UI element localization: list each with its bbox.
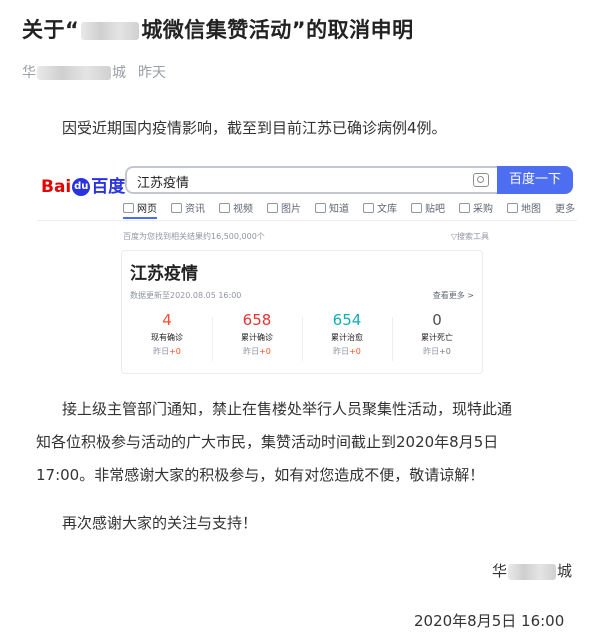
paw-icon: du	[72, 178, 91, 196]
signature: 华城	[492, 562, 573, 580]
tab-wenku[interactable]: 文库	[363, 200, 397, 215]
baidu-screenshot: Bai du 百度 江苏疫情 百度一下 网页 资讯 视频 图片 知道 文库 贴吧 采…	[37, 160, 577, 382]
redacted-name	[81, 22, 140, 40]
stat-label: 累计治愈	[331, 333, 363, 342]
tab-purchase[interactable]: 采购	[459, 200, 493, 215]
search-query: 江苏疫情	[137, 176, 190, 191]
epidemic-card: 江苏疫情 数据更新至2020.08.05 16:00 查看更多 > 4 现有确诊…	[121, 250, 483, 374]
stat-delta: 昨日+0	[153, 347, 181, 356]
tieba-icon	[411, 203, 422, 213]
tab-web[interactable]: 网页	[123, 200, 157, 219]
tab-map[interactable]: 地图	[507, 200, 541, 215]
tab-tieba[interactable]: 贴吧	[411, 200, 445, 215]
paragraph-3: 再次感谢大家的关注与支持！	[62, 514, 258, 532]
title-prefix: 关于“	[22, 18, 80, 42]
redacted-signature	[508, 563, 557, 580]
zhidao-icon	[315, 203, 326, 213]
tab-image[interactable]: 图片	[267, 200, 301, 215]
search-input[interactable]: 江苏疫情	[125, 166, 497, 194]
stat-value: 4	[162, 311, 172, 329]
update-time: 数据更新至2020.08.05 16:00	[130, 291, 242, 300]
stat-label: 累计死亡	[421, 333, 453, 342]
tab-news[interactable]: 资讯	[171, 200, 205, 215]
title-suffix: 城微信集赞活动”的取消申明	[141, 18, 414, 42]
stat-delta: 昨日+0	[243, 347, 271, 356]
paragraph-2-line-3: 17:00。非常感谢大家的积极参与，如有对您造成不便，敬请谅解！	[36, 466, 485, 484]
stat-total-deaths: 0 累计死亡 昨日+0	[392, 311, 482, 357]
tab-divider	[37, 220, 577, 221]
baidu-logo: Bai du 百度	[41, 177, 126, 197]
search-button[interactable]: 百度一下	[497, 166, 573, 194]
stat-value: 0	[432, 311, 442, 329]
video-icon	[219, 203, 230, 213]
stat-total-confirmed: 658 累计确诊 昨日+0	[212, 311, 302, 357]
article-meta: 华城昨天	[22, 62, 166, 82]
stat-value: 654	[332, 311, 362, 329]
stat-current-confirmed: 4 现有确诊 昨日+0	[122, 311, 212, 357]
paragraph-2-line-1: 接上级主管部门通知，禁止在售楼处举行人员聚集性活动，现特此通	[62, 400, 513, 418]
paragraph-2-line-2: 知各位积极参与活动的广大市民，集赞活动时间截止到2020年8月5日	[36, 433, 499, 451]
stat-delta: 昨日+0	[423, 347, 451, 356]
tab-more[interactable]: 更多	[555, 200, 575, 215]
wenku-icon	[363, 203, 374, 213]
see-more-link[interactable]: 查看更多 >	[433, 290, 474, 301]
tab-video[interactable]: 视频	[219, 200, 253, 215]
stat-delta: 昨日+0	[333, 347, 361, 356]
author-name[interactable]: 华城	[22, 65, 126, 81]
stat-total-cured: 654 累计治愈 昨日+0	[302, 311, 392, 357]
sign-date: 2020年8月5日 16:00	[414, 612, 565, 630]
camera-icon[interactable]	[473, 173, 489, 187]
search-tools[interactable]: ▽搜索工具	[451, 231, 489, 242]
publish-time: 昨天	[138, 65, 166, 81]
stat-label: 累计确诊	[241, 333, 273, 342]
stats-row: 4 现有确诊 昨日+0 658 累计确诊 昨日+0 654 累计治愈 昨日+0 …	[122, 311, 482, 371]
paragraph-1: 因受近期国内疫情影响，截至到目前江苏已确诊病例4例。	[62, 119, 447, 137]
purchase-icon	[459, 203, 470, 213]
search-tabs: 网页 资讯 视频 图片 知道 文库 贴吧 采购 地图 更多	[123, 200, 575, 220]
stat-value: 658	[242, 311, 272, 329]
news-icon	[171, 203, 182, 213]
map-icon	[507, 203, 518, 213]
article-title: 关于“ 城微信集赞活动”的取消申明	[22, 14, 602, 44]
tab-zhidao[interactable]: 知道	[315, 200, 349, 215]
result-count: 百度为您找到相关结果约16,500,000个	[123, 232, 265, 241]
redacted-author	[37, 66, 111, 80]
stat-label: 现有确诊	[151, 333, 183, 342]
card-title[interactable]: 江苏疫情	[130, 259, 198, 284]
image-icon	[267, 203, 278, 213]
web-icon	[123, 203, 134, 213]
